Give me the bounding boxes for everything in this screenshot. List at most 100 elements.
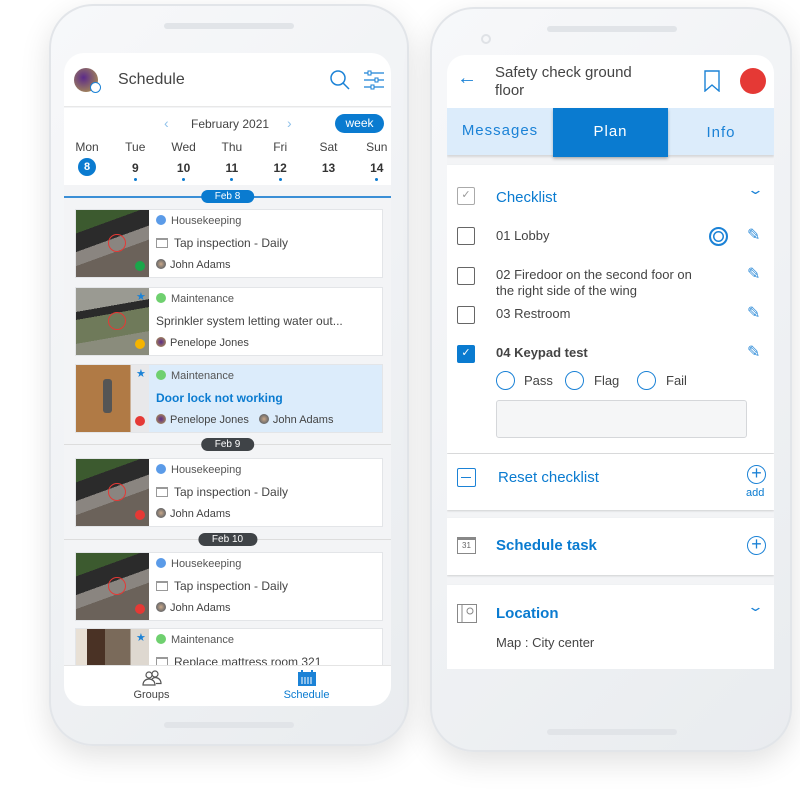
day-number[interactable]: 14 xyxy=(357,161,391,175)
filter-sliders-icon[interactable] xyxy=(363,70,385,90)
day-number[interactable]: 10 xyxy=(164,161,204,175)
checklist-item-label: 01 Lobby xyxy=(496,228,550,243)
day-number[interactable]: 9 xyxy=(115,161,155,175)
edit-pencil-icon[interactable]: ✎ xyxy=(747,303,760,323)
schedule-task-button[interactable]: Schedule task xyxy=(496,537,597,554)
speaker xyxy=(164,722,294,728)
task-card[interactable]: Housekeeping Tap inspection - Daily John A… xyxy=(75,209,383,278)
in-progress-icon[interactable] xyxy=(709,227,728,246)
star-icon[interactable]: ★ xyxy=(136,367,146,380)
event-dot xyxy=(375,178,379,181)
task-card[interactable]: Housekeeping Tap inspection - Daily John A… xyxy=(75,458,383,527)
edit-pencil-icon[interactable]: ✎ xyxy=(747,342,760,362)
person-name: John Adams xyxy=(170,259,231,271)
chevron-down-icon[interactable]: ⌄ xyxy=(747,182,764,198)
task-title: Door lock not working xyxy=(156,391,283,405)
checklist-section: ✓ Checklist ⌄ 01 Lobby ✎ 02 Firedoor on … xyxy=(447,165,774,453)
category-label: Maintenance xyxy=(171,634,234,646)
chevron-down-icon[interactable]: ⌄ xyxy=(747,599,764,615)
comment-input[interactable] xyxy=(496,400,747,438)
day-number[interactable]: 13 xyxy=(309,161,349,175)
edit-pencil-icon[interactable]: ✎ xyxy=(747,264,760,284)
task-title: Tap inspection - Daily xyxy=(156,579,288,593)
search-icon[interactable] xyxy=(329,69,351,91)
bottom-nav: Groups Schedule xyxy=(64,665,391,706)
nav-schedule[interactable]: Schedule xyxy=(259,666,354,706)
person-name: Penelope Jones xyxy=(170,414,249,426)
category: Housekeeping xyxy=(156,558,241,570)
day-name: Tue xyxy=(125,140,146,154)
recurring-calendar-icon xyxy=(156,581,168,591)
task-card[interactable]: Housekeeping Tap inspection - Daily John A… xyxy=(75,552,383,621)
checklist-item-label: 02 Firedoor on the second foor on the ri… xyxy=(496,267,692,298)
task-detail-screen: ← Safety check ground floor Messages Pla… xyxy=(447,55,774,669)
star-icon[interactable]: ★ xyxy=(136,290,146,303)
edit-pencil-icon[interactable]: ✎ xyxy=(747,225,760,245)
nav-groups[interactable]: Groups xyxy=(104,666,199,706)
star-icon[interactable]: ★ xyxy=(136,631,146,644)
tab-info[interactable]: Info xyxy=(668,108,774,155)
housekeeping-icon xyxy=(156,215,166,225)
checklist-checkbox[interactable] xyxy=(457,227,475,245)
task-title-text: Tap inspection - Daily xyxy=(174,485,289,499)
minus-square-icon[interactable] xyxy=(457,468,476,487)
prev-month-button[interactable]: ‹ xyxy=(164,115,169,131)
flag-radio[interactable] xyxy=(565,371,584,390)
person-avatar xyxy=(156,414,166,424)
person-avatar xyxy=(156,259,166,269)
checklist-checkbox-checked[interactable]: ✓ xyxy=(457,345,475,363)
task-title: Safety check ground floor xyxy=(495,64,632,99)
day-name: Fri xyxy=(273,140,288,154)
add-plus-icon[interactable]: + xyxy=(747,535,766,555)
day-number[interactable]: 11 xyxy=(212,161,252,175)
task-list[interactable]: Feb 8 Feb 9 Feb 10 Housekeeping Tap inspe… xyxy=(64,186,391,673)
add-plus-icon[interactable]: + xyxy=(747,464,766,484)
status-indicator[interactable] xyxy=(740,68,766,94)
task-title-text: Sprinkler system letting water out... xyxy=(156,314,343,328)
person-avatar xyxy=(156,602,166,612)
nav-label: Groups xyxy=(133,689,170,701)
checklist-checkbox[interactable] xyxy=(457,267,475,285)
housekeeping-icon xyxy=(156,558,166,568)
category: Housekeeping xyxy=(156,215,241,227)
reset-checklist-button[interactable]: Reset checklist xyxy=(498,469,599,486)
radio-label: Pass xyxy=(524,373,553,388)
person-avatar xyxy=(258,414,269,424)
task-title-text: Tap inspection - Daily xyxy=(174,579,289,593)
checklist-icon: ✓ xyxy=(457,187,475,205)
day-number[interactable]: 12 xyxy=(260,161,300,175)
status-dot xyxy=(135,339,145,349)
tab-bar: Messages Plan Info xyxy=(447,108,774,157)
annotation-circle xyxy=(108,312,126,330)
person-name: John Adams xyxy=(272,414,334,426)
speaker xyxy=(547,26,677,32)
back-arrow-icon[interactable]: ← xyxy=(457,67,477,90)
location-title: Location xyxy=(496,605,559,622)
map-icon xyxy=(457,604,477,623)
selected-day[interactable]: 8 xyxy=(78,158,96,176)
checklist-title: Checklist xyxy=(496,189,557,206)
next-month-button[interactable]: › xyxy=(287,115,292,131)
menu-badge-icon[interactable] xyxy=(90,82,101,93)
task-card[interactable]: ★ Maintenance Door lock not working Penelop… xyxy=(75,364,383,433)
speaker xyxy=(164,23,294,29)
app-header: Schedule xyxy=(64,53,391,107)
checklist-checkbox[interactable] xyxy=(457,306,475,324)
category-label: Housekeeping xyxy=(171,464,242,476)
add-label[interactable]: add xyxy=(746,487,764,499)
date-label: Feb 9 xyxy=(200,438,255,451)
event-dot xyxy=(133,178,137,181)
nav-label: Schedule xyxy=(283,689,330,701)
category-label: Housekeeping xyxy=(171,558,242,570)
week-view-button[interactable]: week xyxy=(335,114,384,133)
tab-messages[interactable]: Messages xyxy=(447,108,553,155)
recurring-calendar-icon xyxy=(156,238,168,248)
task-card[interactable]: ★ Maintenance Sprinkler system letting wat… xyxy=(75,287,383,356)
fail-radio[interactable] xyxy=(637,371,656,390)
bookmark-icon[interactable] xyxy=(704,70,720,92)
tab-plan[interactable]: Plan xyxy=(553,108,668,157)
status-dot xyxy=(135,510,145,520)
pass-radio[interactable] xyxy=(496,371,515,390)
task-title: Tap inspection - Daily xyxy=(156,236,288,250)
day-name: Mon xyxy=(75,140,99,154)
